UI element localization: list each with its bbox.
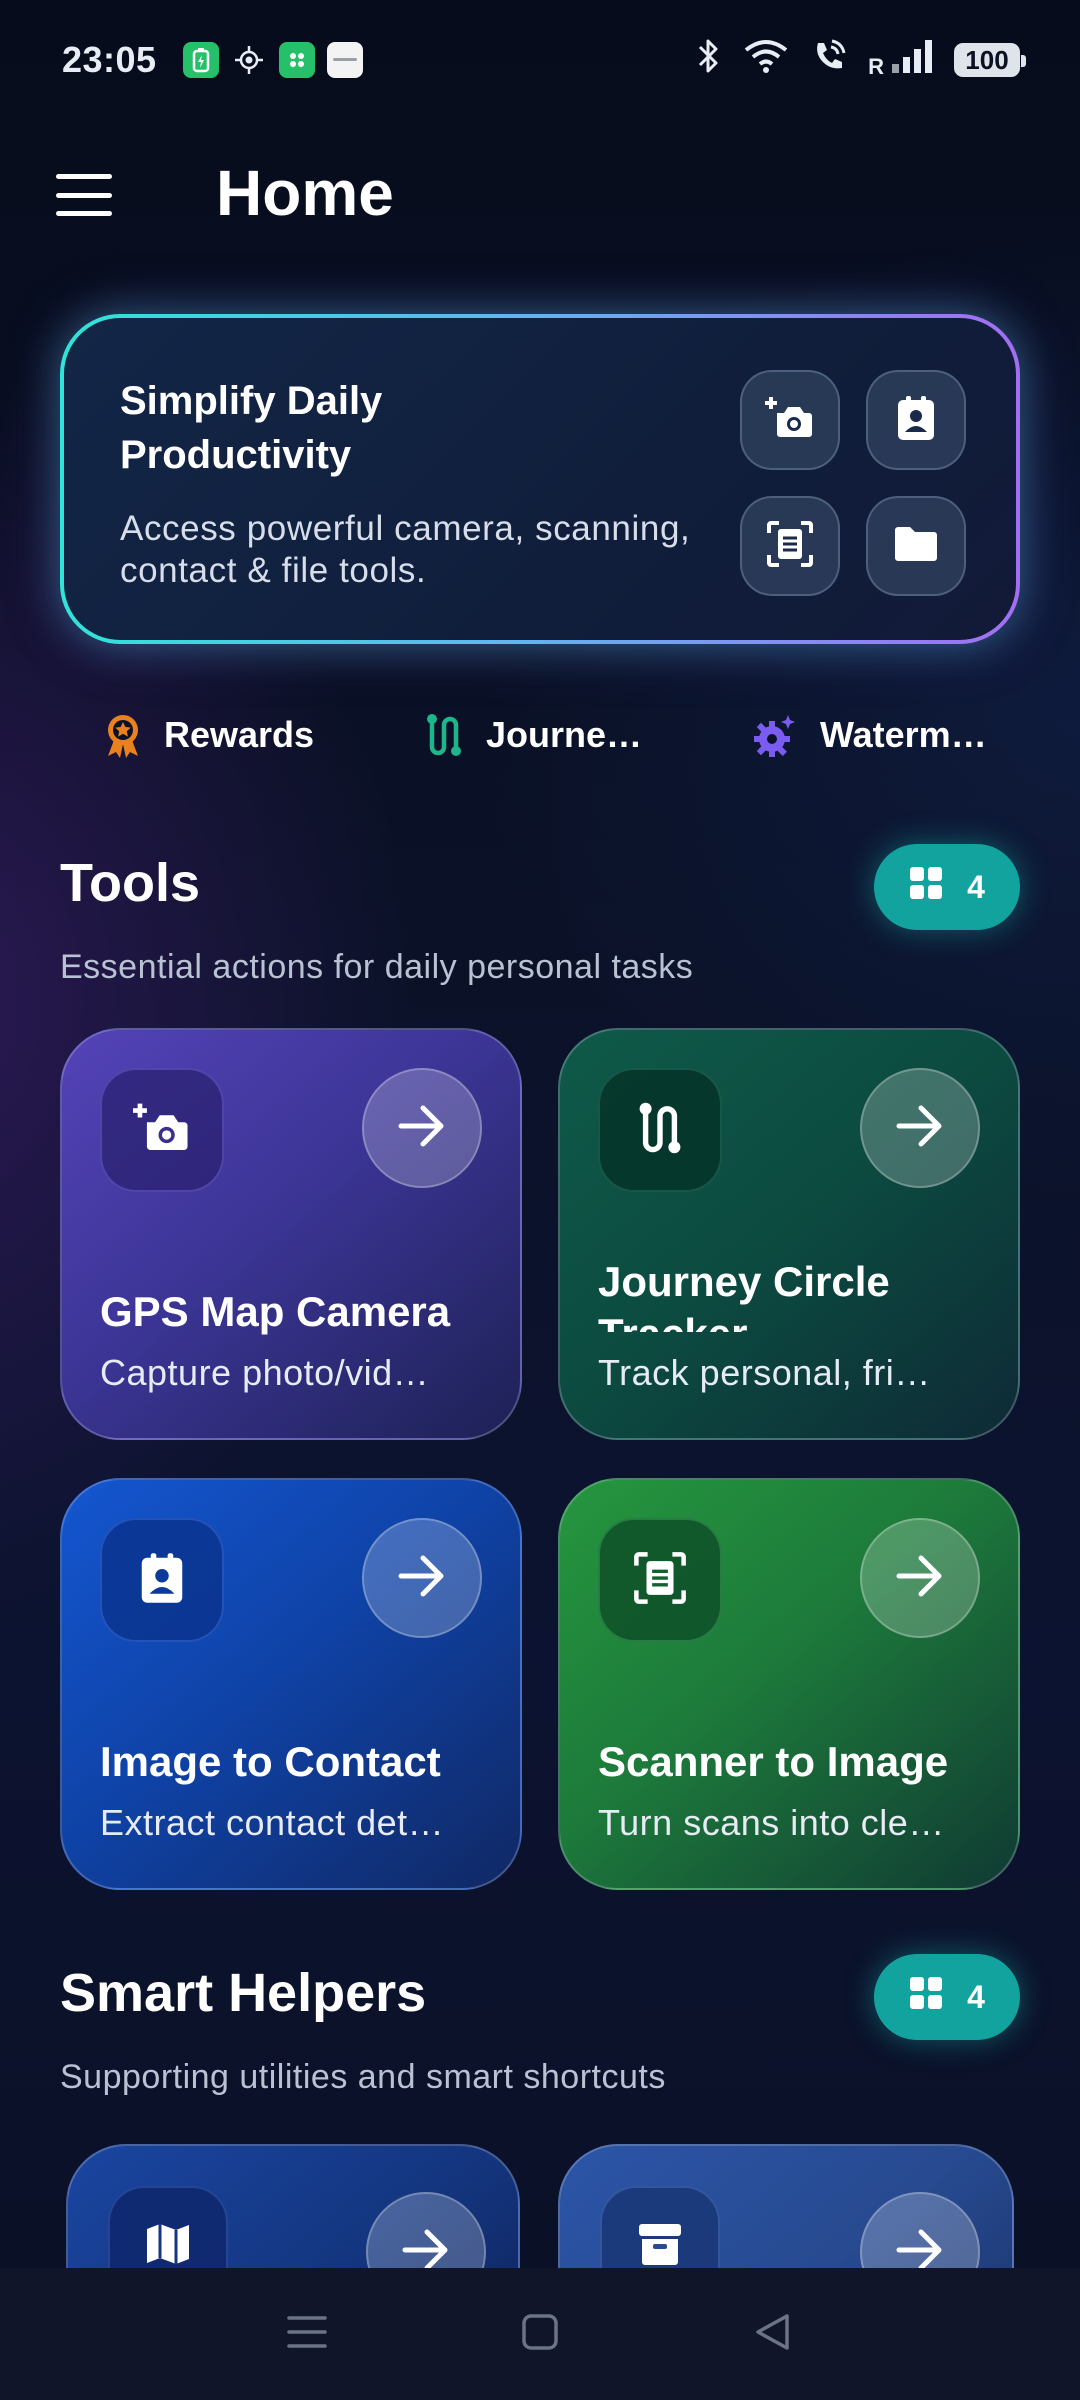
add-camera-icon <box>765 393 815 448</box>
quick-link-journey[interactable]: Journe… <box>424 700 642 770</box>
volte-call-icon <box>810 37 848 84</box>
tool-card-gps-map-camera[interactable]: GPS Map Camera Capture photo/vid… <box>60 1028 522 1440</box>
tools-section-subtitle: Essential actions for daily personal tas… <box>60 948 694 986</box>
battery-saver-notification-icon <box>182 42 219 78</box>
arrow-right-icon <box>397 1554 447 1603</box>
wifi-icon <box>742 38 790 83</box>
tools-section-title: Tools <box>60 853 200 913</box>
contact-card-icon <box>137 1551 187 1610</box>
home-square-icon <box>521 2313 559 2356</box>
quick-link-rewards[interactable]: Rewards <box>104 700 314 770</box>
route-icon <box>424 713 464 757</box>
quick-link-label: Rewards <box>164 714 315 755</box>
card-title: Scanner to Image <box>598 1738 949 1785</box>
map-icon <box>145 2221 191 2272</box>
grid-icon <box>909 866 943 908</box>
gear-sparkle-icon <box>754 713 798 757</box>
back-triangle-icon <box>753 2312 793 2357</box>
card-title: Image to Contact <box>100 1738 441 1785</box>
card-title: GPS Map Camera <box>100 1288 451 1335</box>
location-target-icon <box>231 42 267 78</box>
hero-folder-button[interactable] <box>866 496 966 596</box>
route-icon <box>636 1101 684 1160</box>
hero-camera-button[interactable] <box>740 370 840 470</box>
tools-count: 4 <box>967 868 985 905</box>
tool-card-image-to-contact[interactable]: Image to Contact Extract contact det… <box>60 1478 522 1890</box>
page-title: Home <box>216 157 394 229</box>
app-notification-icon <box>278 42 315 78</box>
smart-helpers-section-title: Smart Helpers <box>60 1963 427 2023</box>
tool-card-journey-circle-tracker[interactable]: Journey Circle Tracker Track personal, f… <box>558 1028 1020 1440</box>
smart-helpers-section-subtitle: Supporting utilities and smart shortcuts <box>60 2058 666 2096</box>
roaming-label: R <box>868 53 884 79</box>
card-icon-tile <box>598 1068 722 1192</box>
realme-notification-icon <box>326 42 363 78</box>
status-bar: 23:05 R 100 <box>0 0 1080 120</box>
quick-links: Rewards Journe… Waterm… <box>0 700 1080 770</box>
quick-link-watermark[interactable]: Waterm… <box>754 700 987 770</box>
hero-banner: Simplify Daily Productivity Access power… <box>60 314 1020 644</box>
hamburger-menu-icon[interactable] <box>56 174 112 216</box>
hero-title: Simplify Daily Productivity <box>120 379 383 477</box>
quick-link-label: Waterm… <box>820 714 987 755</box>
smart-helpers-count-button[interactable]: 4 <box>874 1954 1020 2040</box>
bluetooth-icon <box>696 37 722 84</box>
open-arrow-button[interactable] <box>362 1518 482 1638</box>
status-time: 23:05 <box>62 39 157 80</box>
card-subtitle: Capture photo/vid… <box>100 1352 430 1393</box>
document-scanner-icon <box>766 520 814 573</box>
system-navigation-bar <box>0 2268 1080 2400</box>
card-icon-tile <box>100 1068 224 1192</box>
card-title: Journey Circle Tracker <box>598 1258 890 1332</box>
open-arrow-button[interactable] <box>362 1068 482 1188</box>
hero-subtitle: Access powerful camera, scanning, contac… <box>120 509 691 590</box>
battery-indicator: 100 <box>954 43 1026 77</box>
smart-helpers-count: 4 <box>967 1978 985 2015</box>
contact-card-icon <box>894 394 938 447</box>
quick-link-label: Journe… <box>486 714 643 755</box>
app-bar: Home <box>0 140 1080 250</box>
card-icon-tile <box>598 1518 722 1642</box>
recents-menu-icon <box>286 2314 327 2355</box>
arrow-right-icon <box>895 1104 945 1153</box>
add-camera-icon <box>132 1099 192 1162</box>
hero-scanner-button[interactable] <box>740 496 840 596</box>
arrow-right-icon <box>895 1554 945 1603</box>
document-scanner-icon <box>633 1551 687 1610</box>
rewards-badge-icon <box>104 712 142 758</box>
recent-apps-button[interactable] <box>277 2304 337 2364</box>
tool-card-scanner-to-image[interactable]: Scanner to Image Turn scans into cle… <box>558 1478 1020 1890</box>
open-arrow-button[interactable] <box>860 1518 980 1638</box>
home-button[interactable] <box>510 2304 570 2364</box>
cellular-signal-icon <box>890 38 934 83</box>
arrow-right-icon <box>397 1104 447 1153</box>
open-arrow-button[interactable] <box>860 1068 980 1188</box>
tools-count-button[interactable]: 4 <box>874 844 1020 930</box>
back-button[interactable] <box>743 2304 803 2364</box>
grid-icon <box>909 1976 943 2018</box>
card-subtitle: Extract contact det… <box>100 1802 445 1843</box>
hero-contact-button[interactable] <box>866 370 966 470</box>
card-subtitle: Turn scans into cle… <box>598 1802 945 1843</box>
card-subtitle: Track personal, fri… <box>598 1352 931 1393</box>
archive-box-icon <box>637 2222 683 2271</box>
card-icon-tile <box>100 1518 224 1642</box>
folder-icon <box>893 525 939 568</box>
